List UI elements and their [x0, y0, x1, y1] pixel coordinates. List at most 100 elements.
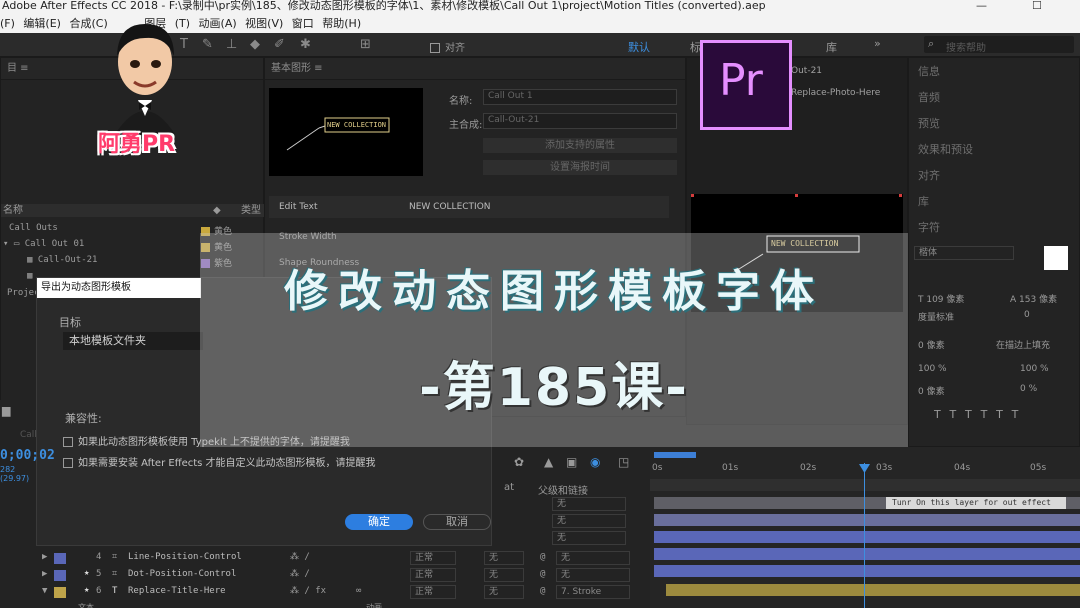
- shy-star-icon[interactable]: ★: [84, 585, 89, 595]
- align-checkbox[interactable]: 对齐: [430, 39, 465, 54]
- marker-comment[interactable]: Tunr On this layer for out effect: [886, 497, 1066, 509]
- layer-label-swatch[interactable]: [54, 587, 66, 598]
- track-matte-select[interactable]: 无: [484, 585, 524, 599]
- menu-composition[interactable]: 合成(C): [69, 17, 107, 30]
- leading-value[interactable]: A 153 像素: [1010, 292, 1057, 305]
- layer-track-bar[interactable]: [666, 584, 1080, 596]
- parent-select-row1[interactable]: 无: [552, 497, 626, 511]
- target-select[interactable]: 本地模板文件夹: [63, 332, 203, 350]
- lock-icon[interactable]: ▲: [544, 455, 553, 469]
- puppet-tool-icon[interactable]: ✱: [300, 37, 311, 52]
- kerning-select[interactable]: 度量标准: [918, 310, 954, 323]
- pickwhip-icon[interactable]: @: [540, 586, 545, 596]
- playhead-line[interactable]: [864, 463, 865, 608]
- maximize-button[interactable]: ☐: [1032, 0, 1042, 12]
- link-icon[interactable]: ∞: [356, 586, 361, 596]
- help-search-box[interactable]: ⌕ 搜索帮助: [924, 36, 1074, 54]
- audio-panel-tab[interactable]: 音频: [918, 89, 940, 105]
- workspace-more-icon[interactable]: »: [874, 37, 881, 50]
- preview-panel-tab[interactable]: 预览: [918, 115, 940, 131]
- list-item[interactable]: Call Outs: [9, 223, 58, 233]
- menu-file[interactable]: (F): [0, 17, 15, 30]
- workspace-default-tab[interactable]: 默认: [628, 39, 650, 55]
- pickwhip-icon[interactable]: @: [540, 552, 545, 562]
- horizontal-scale-value[interactable]: 100 %: [1020, 364, 1049, 374]
- pickwhip-icon[interactable]: @: [540, 569, 545, 579]
- tsume-value[interactable]: 0 %: [1020, 384, 1037, 394]
- effects-presets-tab[interactable]: 效果和预设: [918, 141, 973, 157]
- brush-tool-icon[interactable]: ✐: [274, 37, 285, 52]
- blend-mode-select[interactable]: 正常: [410, 551, 456, 565]
- layer-name[interactable]: Replace-Title-Here: [128, 586, 226, 596]
- time-navigator[interactable]: [650, 479, 1080, 491]
- menu-view[interactable]: 视图(V): [245, 17, 283, 30]
- menu-edit[interactable]: 编辑(E): [23, 17, 61, 30]
- layer-name[interactable]: Dot-Position-Control: [128, 569, 236, 579]
- parent-select-row3[interactable]: 无: [552, 531, 626, 545]
- parent-select[interactable]: 无: [556, 551, 630, 565]
- menu-help[interactable]: 帮助(H): [322, 17, 361, 30]
- blend-mode-select[interactable]: 正常: [410, 568, 456, 582]
- comp-flowchart-icon[interactable]: ▣: [566, 455, 577, 469]
- layer-switches[interactable]: ⁂ ∕ fx: [290, 586, 326, 596]
- vertical-scale-value[interactable]: 100 %: [918, 364, 947, 374]
- track-matte-select[interactable]: 无: [484, 568, 524, 582]
- layer-label-swatch[interactable]: [54, 570, 66, 581]
- text-style-buttons[interactable]: TTTTTT: [934, 408, 1027, 421]
- table-row[interactable]: ▼ ★ 6 T Replace-Title-Here ⁂ ∕ fx ∞ 正常 无…: [36, 584, 650, 601]
- character-panel-tab[interactable]: 字符: [918, 219, 940, 235]
- layer-label-swatch[interactable]: [54, 553, 66, 564]
- library-panel-tab[interactable]: 库: [918, 193, 929, 209]
- layer-name[interactable]: Line-Position-Control: [128, 552, 242, 562]
- typekit-checkbox[interactable]: [63, 437, 73, 447]
- edit-text-row[interactable]: Edit Text NEW COLLECTION: [269, 196, 669, 218]
- work-area-bar[interactable]: [654, 452, 696, 458]
- set-poster-time-button[interactable]: 设置海报时间: [483, 160, 677, 175]
- cancel-button[interactable]: 取消: [423, 514, 491, 530]
- graph-editor-icon[interactable]: ◳: [618, 455, 629, 469]
- blend-mode-select[interactable]: 正常: [410, 585, 456, 599]
- animate-menu[interactable]: 动画: [366, 602, 382, 608]
- align-panel-tab[interactable]: 对齐: [918, 167, 940, 183]
- track-matte-select[interactable]: 无: [484, 551, 524, 565]
- info-panel-tab[interactable]: 信息: [918, 63, 940, 79]
- expand-arrow-icon[interactable]: ▶: [42, 569, 47, 579]
- layer-track-bar[interactable]: [654, 548, 1080, 560]
- baseline-shift-value[interactable]: 0 像素: [918, 384, 945, 397]
- fill-color-swatch[interactable]: [1044, 246, 1068, 270]
- layer-track-bar[interactable]: Tunr On this layer for out effect: [654, 497, 1080, 509]
- font-family-select[interactable]: 楷体: [914, 246, 1014, 260]
- text-property-group[interactable]: 文本: [78, 602, 94, 608]
- list-item[interactable]: ▦: [27, 271, 32, 281]
- snap-icon[interactable]: ⊞: [360, 37, 371, 52]
- layer-track-bar[interactable]: [654, 514, 1080, 526]
- expand-arrow-icon[interactable]: ▶: [42, 552, 47, 562]
- table-row[interactable]: ▶ ★ 5 ⌗ Dot-Position-Control ⁂ ∕ 正常 无 @ …: [36, 567, 650, 584]
- menu-animation[interactable]: 动画(A): [199, 17, 237, 30]
- layer-switches[interactable]: ⁂ ∕: [290, 569, 310, 579]
- pen-tool-icon[interactable]: ✎: [202, 37, 213, 52]
- ae-required-option[interactable]: 如果需要安装 After Effects 才能自定义此动态图形模板，请提醒我: [63, 454, 376, 469]
- stamp-tool-icon[interactable]: ⊥: [226, 37, 237, 52]
- master-comp-select[interactable]: Call-Out-21: [483, 113, 677, 129]
- add-properties-button[interactable]: 添加支持的属性: [483, 138, 677, 153]
- tracking-value[interactable]: 0: [1024, 310, 1030, 320]
- menu-window[interactable]: 窗口: [292, 17, 314, 30]
- layer-track-bar[interactable]: [654, 531, 1080, 543]
- timeline-comp-tab[interactable]: Call: [20, 430, 37, 440]
- layer-track-bar[interactable]: [654, 565, 1080, 577]
- shy-star-icon[interactable]: ★: [84, 568, 89, 578]
- col-name[interactable]: 名称: [3, 205, 23, 216]
- motion-blur-icon[interactable]: ◉: [590, 455, 600, 469]
- name-input[interactable]: Call Out 1: [483, 89, 677, 105]
- ok-button[interactable]: 确定: [345, 514, 413, 530]
- table-row[interactable]: ▶ 4 ⌗ Line-Position-Control ⁂ ∕ 正常 无 @ 无: [36, 550, 650, 567]
- expand-arrow-icon[interactable]: ▼: [42, 586, 47, 596]
- layer-switches[interactable]: ⁂ ∕: [290, 552, 310, 562]
- edit-text-value[interactable]: NEW COLLECTION: [409, 202, 491, 212]
- stroke-mode-select[interactable]: 在描边上填充: [996, 338, 1050, 351]
- comp-tab[interactable]: Out-21: [791, 66, 822, 76]
- minimize-button[interactable]: —: [976, 0, 987, 12]
- solo-icon[interactable]: ✿: [514, 455, 524, 469]
- parent-select[interactable]: 7. Stroke: [556, 585, 630, 599]
